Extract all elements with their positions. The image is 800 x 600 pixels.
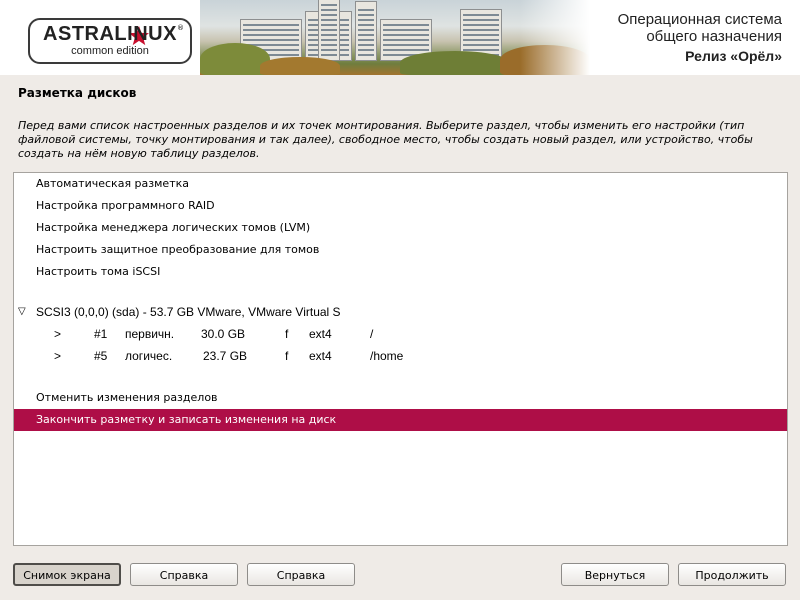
logo-subtitle: common edition: [71, 45, 149, 57]
list-item-software-raid[interactable]: Настройка программного RAID: [14, 195, 787, 217]
trees-image: [400, 51, 510, 75]
release-name: Релиз «Орёл»: [685, 48, 782, 64]
city-photo: [200, 0, 590, 75]
partition-mount: /home: [370, 349, 404, 363]
page-description: Перед вами список настроенных разделов и…: [18, 119, 753, 160]
list-item-iscsi[interactable]: Настроить тома iSCSI: [14, 261, 787, 283]
chevron-right-icon: >: [54, 327, 62, 341]
partition-number: #5: [94, 349, 108, 363]
expand-triangle-icon[interactable]: ▽: [18, 301, 26, 323]
partition-flag: f: [285, 349, 289, 363]
back-button[interactable]: Вернуться: [561, 563, 669, 586]
list-item-undo-changes[interactable]: Отменить изменения разделов: [14, 387, 787, 409]
title-line-1: Операционная система: [617, 11, 782, 28]
page-title: Разметка дисков: [18, 86, 137, 100]
partition-flag: f: [285, 327, 289, 341]
partition-fs: ext4: [309, 327, 332, 341]
screenshot-button[interactable]: Снимок экрана: [13, 563, 121, 586]
partition-size: 30.0 GB: [201, 327, 246, 341]
partition-row[interactable]: > #1 первичн. 30.0 GB f ext4 /: [14, 323, 787, 345]
building-image: [355, 1, 377, 61]
partition-fs: ext4: [309, 349, 332, 363]
partition-row[interactable]: > #5 логичес. 23.7 GB f ext4 /home: [14, 345, 787, 367]
list-item-encryption[interactable]: Настроить защитное преобразование для то…: [14, 239, 787, 261]
help-button-2[interactable]: Справка: [247, 563, 355, 586]
partition-type: логичес.: [125, 349, 173, 363]
list-item-finish-partitioning[interactable]: Закончить разметку и записать изменения …: [14, 409, 787, 431]
product-title: Операционная система общего назначения Р…: [618, 11, 782, 64]
list-item-lvm[interactable]: Настройка менеджера логических томов (LV…: [14, 217, 787, 239]
partition-type: первичн.: [125, 327, 175, 341]
partition-list[interactable]: Автоматическая разметка Настройка програ…: [13, 172, 788, 546]
registered-mark: ®: [177, 24, 184, 32]
partition-size: 23.7 GB: [203, 349, 248, 363]
chevron-right-icon: >: [54, 349, 62, 363]
partition-mount: /: [370, 327, 374, 341]
list-item-device[interactable]: ▽ SCSI3 (0,0,0) (sda) - 53.7 GB VMware, …: [14, 301, 787, 323]
partition-number: #1: [94, 327, 108, 341]
help-button[interactable]: Справка: [130, 563, 238, 586]
header-banner: ASTRALINUX common edition ® Операционная…: [0, 0, 800, 75]
list-item-auto-partition[interactable]: Автоматическая разметка: [14, 173, 787, 195]
title-line-2: общего назначения: [646, 28, 782, 45]
continue-button[interactable]: Продолжить: [678, 563, 786, 586]
astralinux-logo: ASTRALINUX common edition ®: [28, 18, 192, 64]
building-image: [318, 0, 340, 61]
trees-image: [260, 57, 340, 75]
logo-name: ASTRALINUX: [43, 23, 177, 45]
